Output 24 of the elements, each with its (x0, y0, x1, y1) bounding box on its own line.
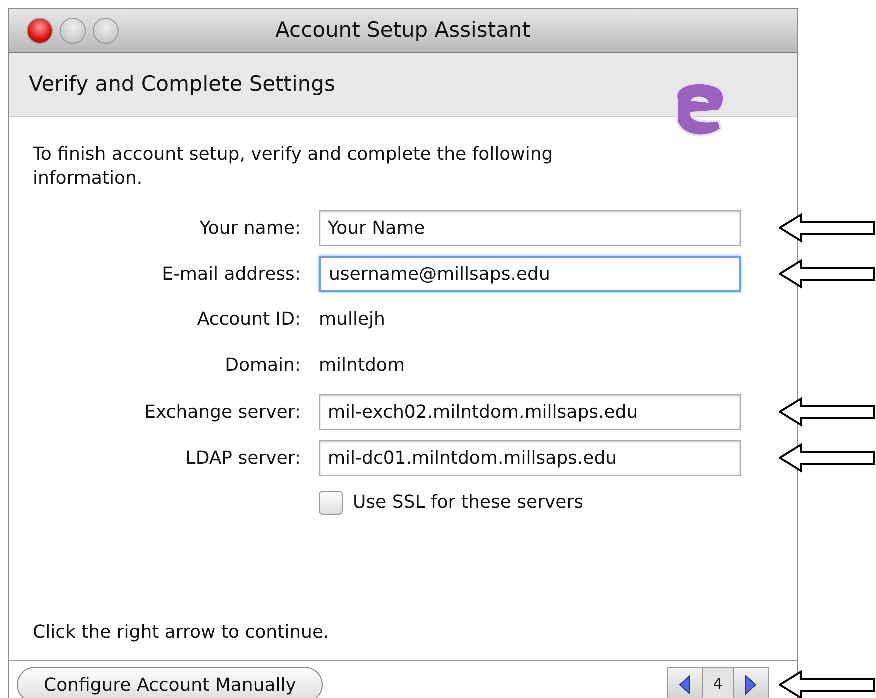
window-title: Account Setup Assistant (276, 18, 530, 42)
intro-text: To finish account setup, verify and complete the following information. (33, 143, 554, 191)
close-button[interactable] (27, 18, 53, 44)
next-button[interactable] (734, 668, 768, 698)
input-field[interactable]: username@millsaps.edu (319, 256, 741, 292)
field-label: Domain: (224, 354, 302, 378)
field-label: LDAP server: (184, 446, 302, 470)
checkbox-label: Use SSL for these servers (353, 491, 584, 515)
page-title: Verify and Complete Settings (29, 70, 336, 98)
triangle-icon (745, 674, 757, 694)
back-button[interactable] (668, 668, 702, 698)
field-value: milntdom (319, 354, 405, 378)
triangle-icon (679, 674, 691, 694)
configure-button[interactable]: Configure Account Manually (17, 666, 324, 698)
note-text: Click the right arrow to continue. (33, 621, 330, 645)
input-field[interactable]: Your Name (319, 210, 741, 246)
field-label: Account ID: (196, 308, 302, 332)
field-label: Your name: (198, 216, 302, 240)
field-value: mullejh (319, 308, 386, 332)
field-label: E-mail address: (161, 262, 302, 286)
input-field[interactable]: mil-dc01.milntdom.millsaps.edu (319, 440, 741, 476)
field-label: Exchange server: (144, 400, 302, 424)
checkbox[interactable] (319, 490, 343, 514)
input-field[interactable]: mil-exch02.milntdom.millsaps.edu (319, 394, 741, 430)
